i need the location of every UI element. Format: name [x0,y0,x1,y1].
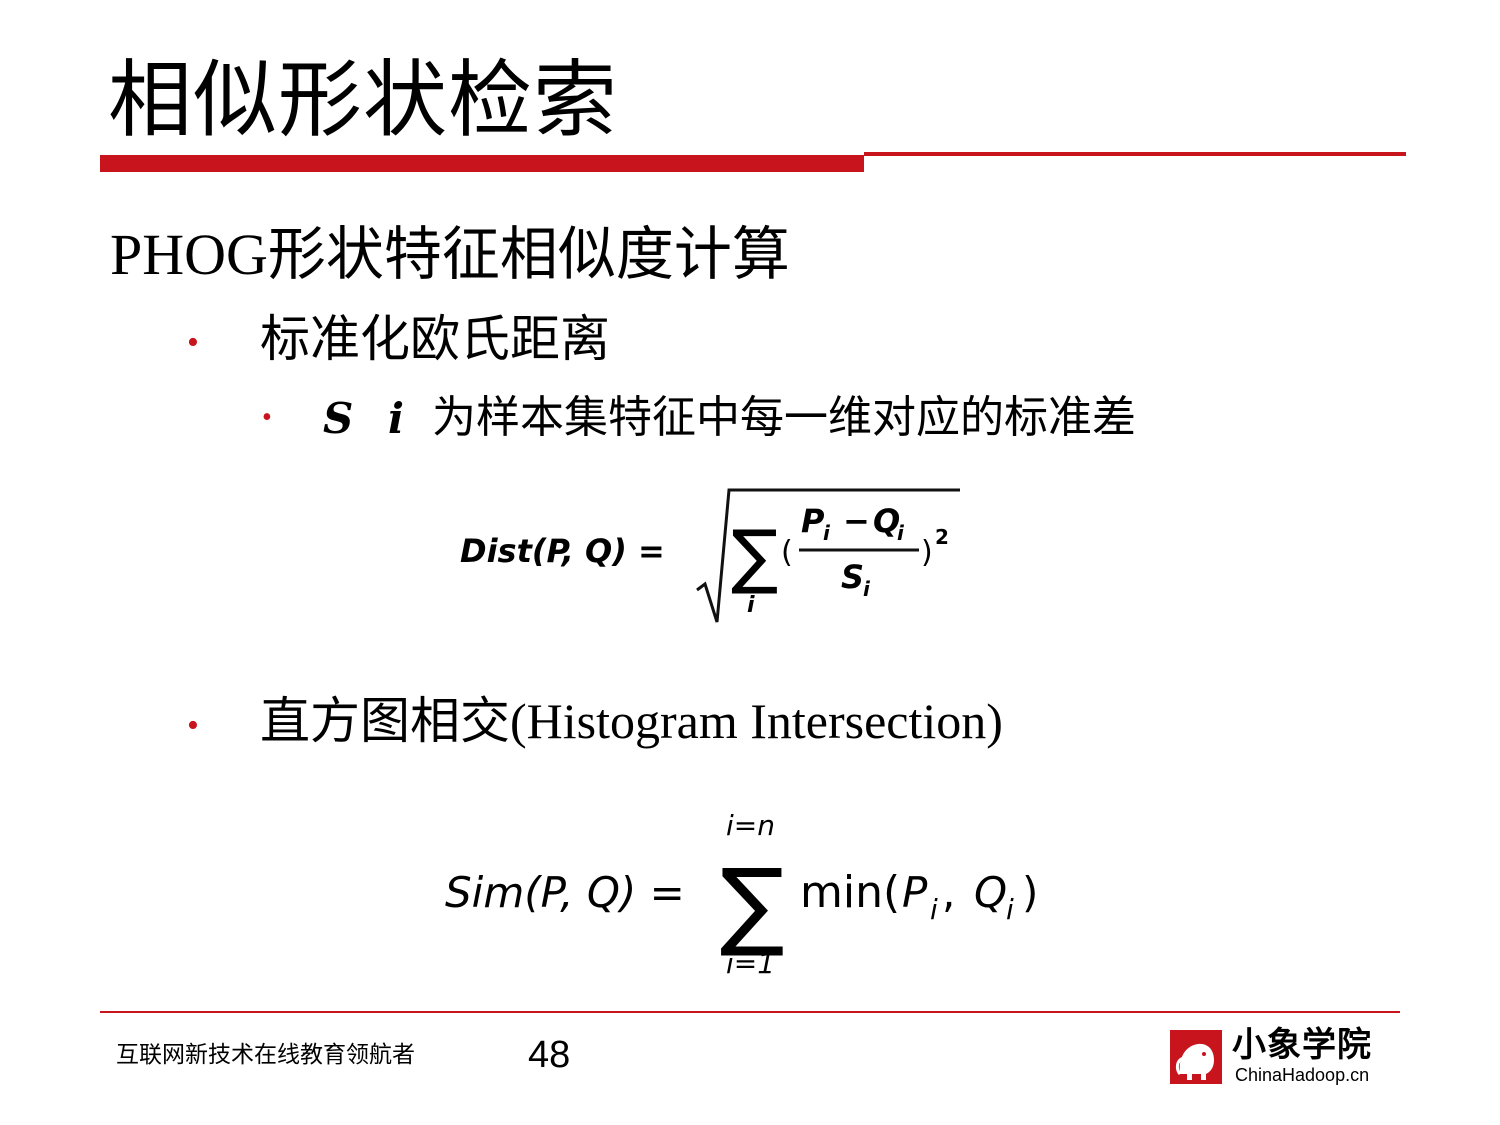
bullet-marker: • [187,324,199,361]
summation-icon: ∑ [720,848,785,960]
formula2-lower-limit: i=1 [726,947,775,980]
formula2-arg-p-sub: i [930,893,938,926]
formula2-arg-p: P [902,868,928,917]
formula2-min: min( [800,867,900,918]
formula1-open-paren: ( [781,535,793,570]
sub-bullet-marker: • [262,402,272,433]
formula1-lhs: Dist(P, Q) = [460,532,665,570]
summation-icon: ∑ [731,515,778,597]
brand-logo: 小象学院 ChinaHadoop.cn [1170,1028,1400,1088]
formula-histogram-intersection: Sim(P, Q) = i=n ∑ i=1 min( P i , Q i ) [445,809,1038,980]
formula1-denominator: S [841,558,864,596]
formula1-numerator-p: P [801,502,825,540]
formula1-exponent: 2 [935,525,949,549]
title-underline-thin [864,152,1406,156]
std-dev-symbol: S i [323,394,414,443]
slide-title: 相似形状检索 [108,51,619,149]
logo-domain: ChinaHadoop.cn [1235,1065,1370,1085]
formula2-comma: , [942,868,955,917]
formula1-denominator-sub: i [863,577,871,601]
elephant-icon [1170,1030,1222,1084]
formula2-arg-q-sub: i [1006,893,1014,926]
formula1-numerator-q-sub: i [897,521,905,545]
formula2-lhs: Sim(P, Q) = [445,868,685,917]
formula1-close-paren: ) [921,535,933,570]
bullet-euclidean-distance: 标准化欧氏距离 [260,311,610,367]
bullet-marker: • [187,707,199,744]
formula-standardized-euclidean: Dist(P, Q) = ∑ i ( P i − Q i S i ) 2 [460,488,960,623]
footer-divider [100,1011,1400,1013]
footer-tagline: 互联网新技术在线教育领航者 [116,1042,415,1067]
logo-name: 小象学院 [1232,1025,1372,1065]
section-heading: PHOG形状特征相似度计算 [110,222,790,287]
formula2-arg-q: Q [974,868,1007,917]
formula1-minus: − [843,502,870,540]
formula1-sum-index: i [747,593,755,618]
formula1-numerator-p-sub: i [823,521,831,545]
bullet-histogram-intersection: 直方图相交(Histogram Intersection) [260,693,1003,749]
sub-bullet-std-dev: 为样本集特征中每一维对应的标准差 [432,393,1136,442]
formula2-close-paren: ) [1022,868,1038,917]
page-number: 48 [528,1034,571,1076]
formula2-upper-limit: i=n [726,809,775,842]
title-underline-thick [100,155,864,172]
